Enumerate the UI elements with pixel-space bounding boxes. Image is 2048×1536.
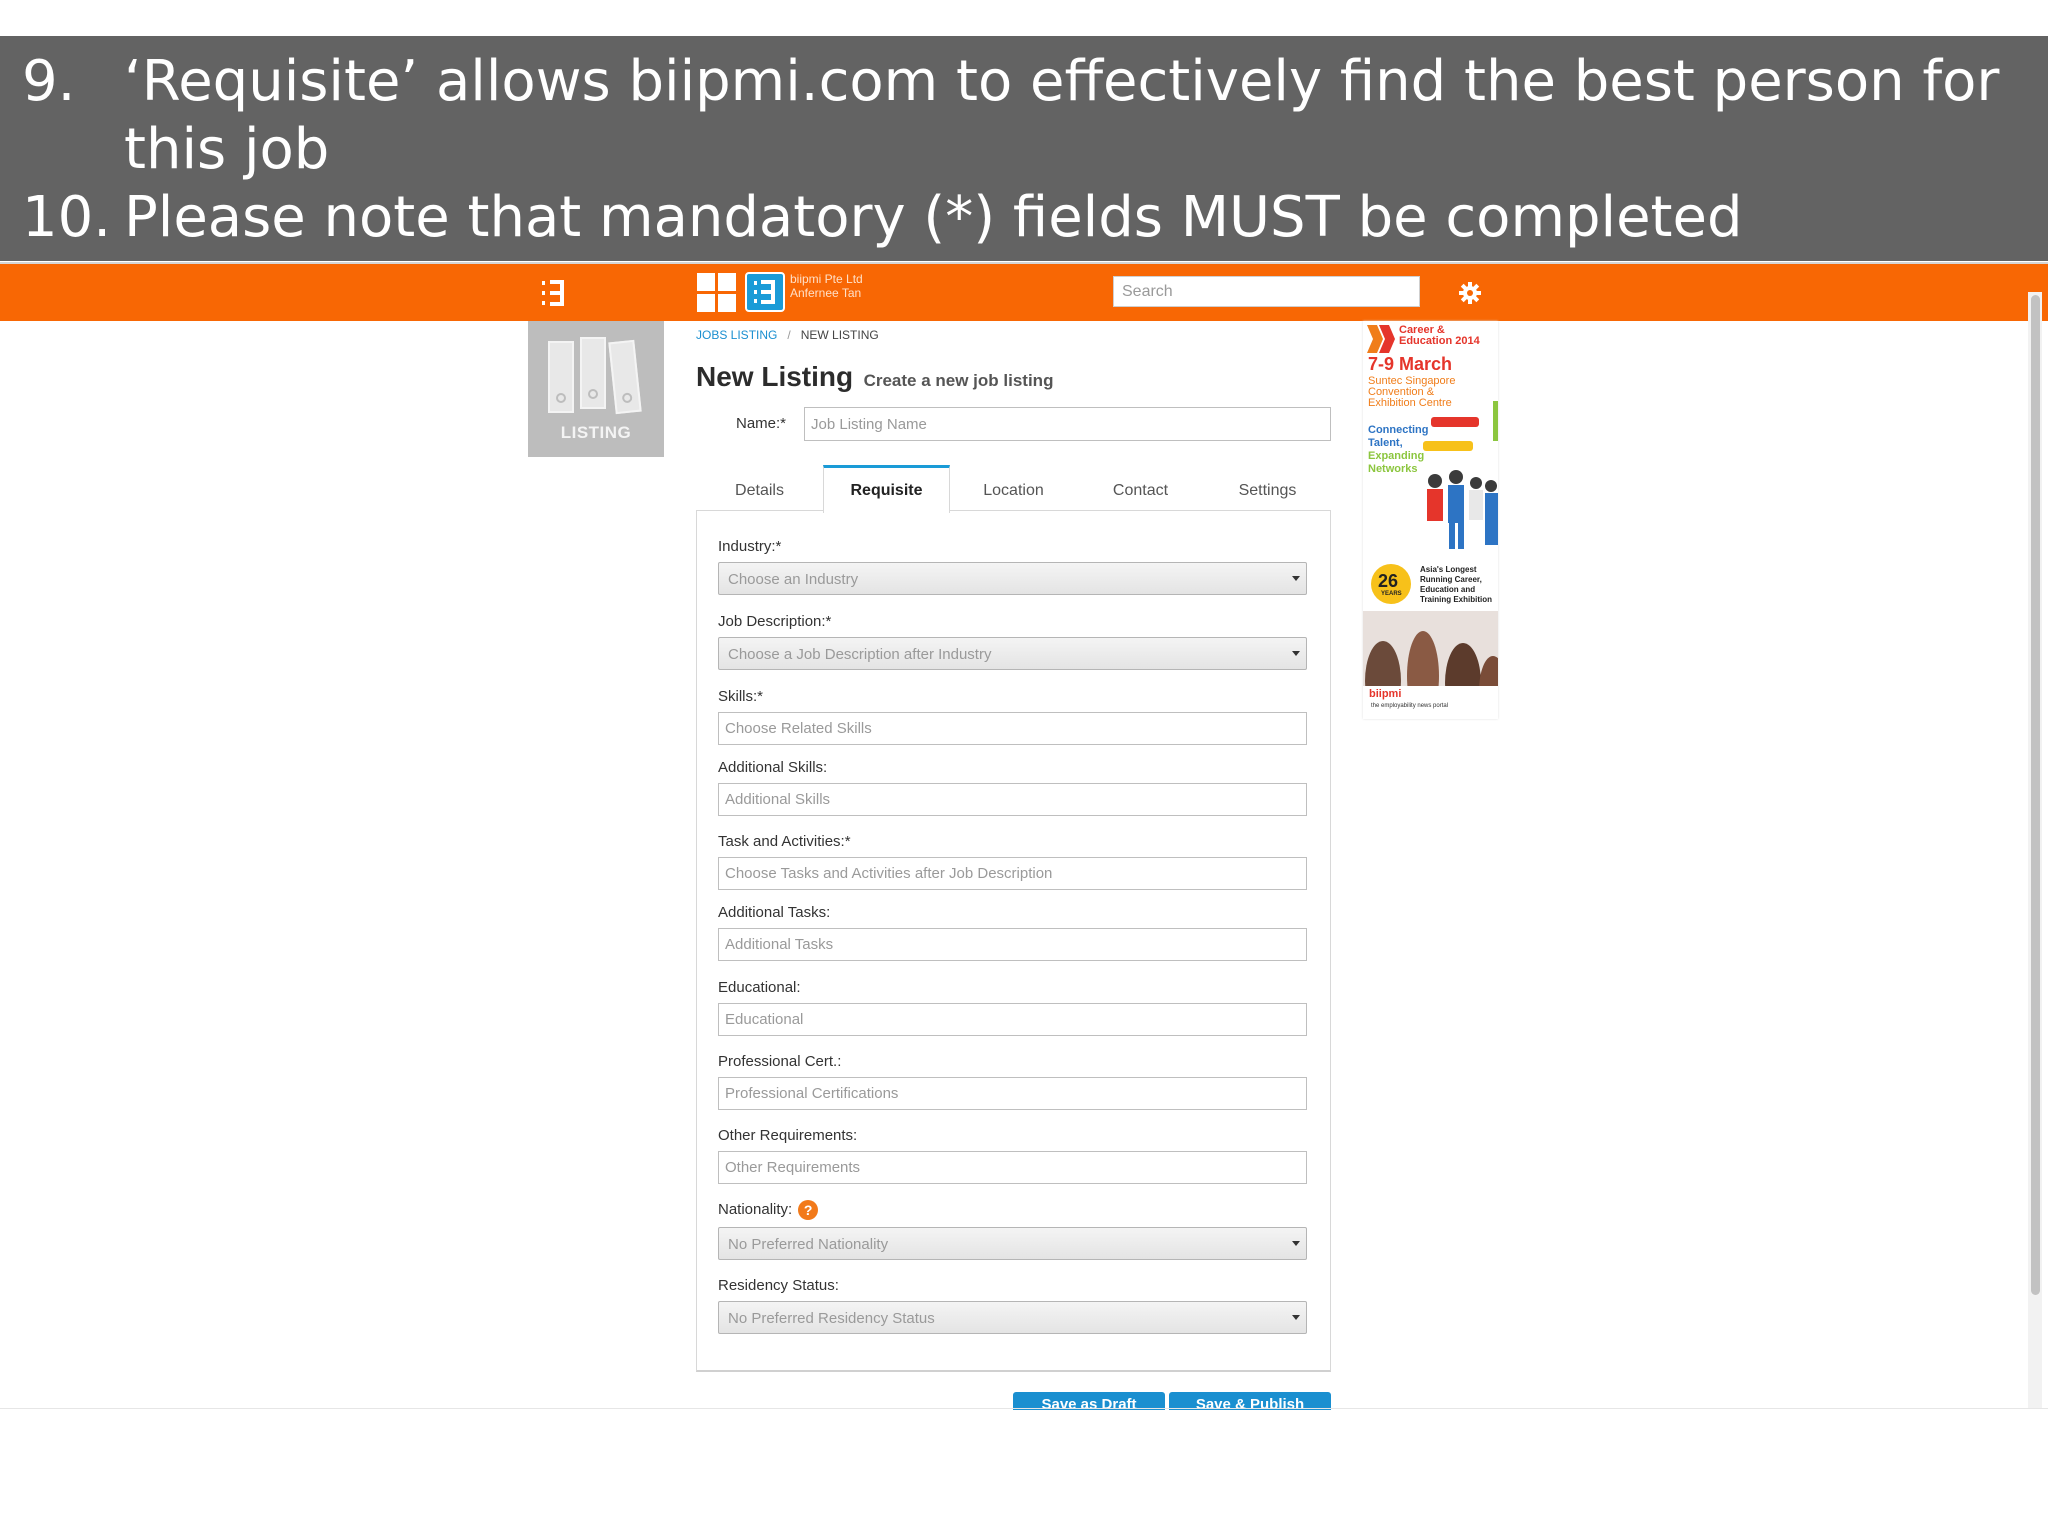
name-label: Name:* [736,415,787,432]
item-9-number: 9. [22,49,76,114]
chevron-down-icon [1292,1315,1300,1320]
nationality-select[interactable]: No Preferred Nationality [718,1227,1307,1260]
gear-icon[interactable] [1458,281,1482,305]
additional-tasks-label: Additional Tasks: [718,904,831,921]
professional-cert-label: Professional Cert.: [718,1053,842,1070]
item-10-number: 10. [22,185,112,250]
chevron-down-icon [1292,651,1300,656]
job-description-value: Choose a Job Description after Industry [728,646,992,663]
industry-label: Industry:* [718,538,782,555]
industry-select[interactable]: Choose an Industry [718,562,1307,595]
nationality-label-row: Nationality:? [718,1200,819,1220]
tile-label: LISTING [560,423,632,442]
tab-settings[interactable]: Settings [1204,465,1331,511]
item-10-text: Please note that mandatory (*) fields MU… [124,185,1743,250]
page-title-text: New Listing [696,361,854,392]
additional-skills-input[interactable] [718,783,1307,816]
professional-cert-input[interactable] [718,1077,1307,1110]
skills-label: Skills:* [718,688,764,705]
page-subtitle: Create a new job listing [863,371,1054,390]
tab-contact[interactable]: Contact [1077,465,1204,511]
ad-title-line2: Education 2014 [1399,335,1480,347]
breadcrumb-jobs-listing[interactable]: JOBS LISTING [696,328,777,342]
page-title: New Listing Create a new job listing [696,361,1053,393]
ad-years-number: 26 [1378,571,1399,591]
item-9-text-line1: ‘Requisite’ allows biipmi.com to effecti… [124,49,2000,114]
ad-tag-line2: Talent, [1368,437,1403,449]
educational-label: Educational: [718,979,801,996]
job-listing-name-input[interactable] [804,407,1331,441]
tab-location[interactable]: Location [950,465,1077,511]
ad-tag-line3: Expanding [1368,450,1425,462]
residency-value: No Preferred Residency Status [728,1310,935,1327]
ad-tag-line1: Connecting [1368,424,1429,436]
item-9-text-line2: this job [124,117,330,182]
listing-tile[interactable]: LISTING [528,321,664,457]
nationality-label: Nationality: [718,1200,793,1218]
additional-tasks-input[interactable] [718,928,1307,961]
nationality-value: No Preferred Nationality [728,1236,889,1253]
ad-venue-line3: Exhibition Centre [1368,397,1452,409]
tab-requisite[interactable]: Requisite [823,465,950,513]
search-input[interactable] [1113,276,1420,307]
brand-logo-icon[interactable] [745,272,785,312]
chevron-down-icon [1292,1241,1300,1246]
residency-select[interactable]: No Preferred Residency Status [718,1301,1307,1334]
breadcrumb-separator: / [787,328,791,342]
job-description-label: Job Description:* [718,613,832,630]
additional-skills-label: Additional Skills: [718,759,828,776]
company-name: biipmi Pte Ltd [790,272,863,286]
app-topbar: biipmi Pte Ltd Anfernee Tan [0,262,2048,321]
job-description-select[interactable]: Choose a Job Description after Industry [718,637,1307,670]
instruction-banner: 9. ‘Requisite’ allows biipmi.com to effe… [0,36,2048,261]
ad-longest-line1: Asia's Longest [1420,565,1477,574]
tasks-input[interactable] [718,857,1307,890]
ad-longest-line4: Training Exhibition [1420,595,1492,604]
requisite-form: Industry:* Choose an Industry Job Descri… [696,510,1331,1372]
tab-details[interactable]: Details [696,465,823,511]
scrollbar-thumb[interactable] [2031,295,2040,1295]
educational-input[interactable] [718,1003,1307,1036]
help-icon[interactable]: ? [798,1200,819,1220]
other-requirements-input[interactable] [718,1151,1307,1184]
user-name: Anfernee Tan [790,286,862,300]
skills-input[interactable] [718,712,1307,745]
ad-longest-line2: Running Career, [1420,575,1482,584]
ad-years-label: YEARS [1381,591,1402,597]
ad-date: 7-9 March [1368,354,1453,374]
window-bottom-edge [0,1408,2048,1409]
apps-grid-icon[interactable] [697,273,737,313]
listing-tabs: Details Requisite Location Contact Setti… [696,465,1331,513]
account-info[interactable]: biipmi Pte Ltd Anfernee Tan [790,272,863,300]
ad-longest-line3: Education and [1420,585,1476,594]
industry-value: Choose an Industry [728,571,859,588]
breadcrumb-current: NEW LISTING [800,328,879,342]
tasks-label: Task and Activities:* [718,833,851,850]
career-expo-ad[interactable]: Career & Education 2014 7-9 March Suntec… [1363,321,1498,719]
menu-icon[interactable] [540,278,568,308]
other-requirements-label: Other Requirements: [718,1127,858,1144]
ad-tag-line4: Networks [1368,463,1418,475]
ad-portal-name: biipmi [1369,688,1402,700]
residency-label: Residency Status: [718,1277,839,1294]
breadcrumb: JOBS LISTING / NEW LISTING [696,328,879,342]
ad-portal-tagline: the employability news portal [1371,703,1449,709]
chevron-down-icon [1292,576,1300,581]
